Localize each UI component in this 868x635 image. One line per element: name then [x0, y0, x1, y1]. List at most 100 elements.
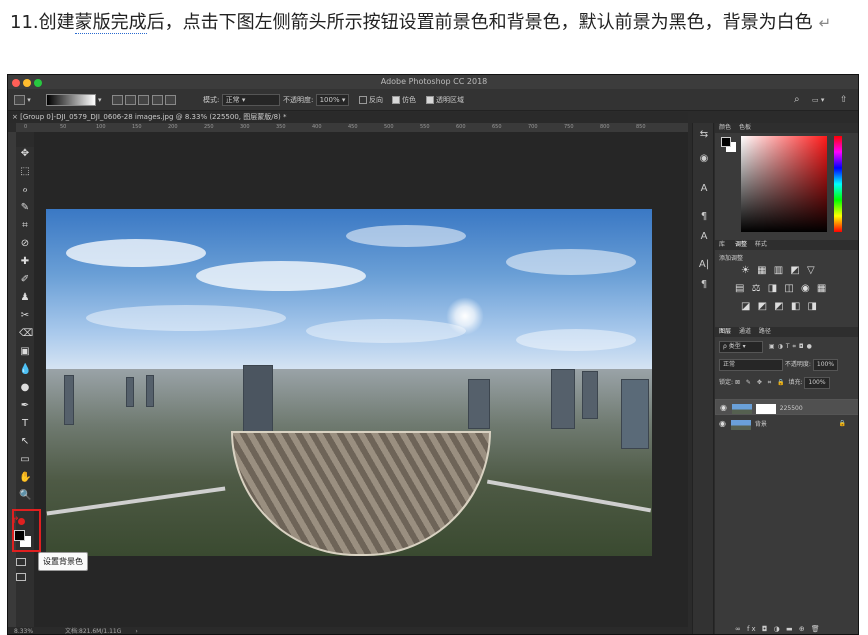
layer-row-background[interactable]: ◉ 背景 🔒 [715, 416, 858, 432]
tools-panel: ✥ ⬚ ℴ ✎ ⌗ ⊘ ✚ ✐ ♟ ✂ ⌫ ▣ 💧 ● ✒ T ↖ ▭ ✋ 🔍 [16, 147, 34, 627]
tab-layers[interactable]: 图层 [719, 328, 731, 335]
eye-icon[interactable]: ◉ [720, 400, 730, 416]
tool-7-icon[interactable]: ✐ [19, 273, 31, 286]
adjustment-icons-row1[interactable]: ☀ ▦ ▥ ◩ ▽ [741, 265, 817, 276]
fill-input[interactable]: 100% [804, 377, 830, 389]
minimize-window-button[interactable] [23, 79, 31, 87]
tab-adjust[interactable]: 调整 [735, 241, 747, 248]
stadium-structure [231, 431, 491, 556]
layer-filter-select[interactable]: ρ 类型 ▾ [719, 341, 763, 353]
workspace-icon[interactable]: ▭ ▾ [812, 94, 824, 106]
horizontal-ruler: 0 50 100 150 200 250 300 350 400 450 500 550 600 650 7… [16, 123, 688, 132]
tool-16-icon[interactable]: ↖ [19, 435, 31, 448]
tool-preset-picker[interactable]: ▾ [14, 94, 31, 106]
panel-shortcut-5-icon[interactable]: A| [697, 259, 711, 270]
tool-1-icon[interactable]: ⬚ [19, 165, 31, 178]
title-bar: Adobe Photoshop CC 2018 [8, 75, 858, 89]
foreground-color-swatch[interactable] [14, 530, 25, 541]
document-tab[interactable]: × [Group 0]-DJI_0579_DJI_0606-28 images.… [8, 112, 688, 123]
tool-14-icon[interactable]: ✒ [19, 399, 31, 412]
tool-18-icon[interactable]: ✋ [19, 471, 31, 484]
canvas-area[interactable] [34, 132, 688, 627]
status-arrow-icon[interactable]: › [135, 628, 137, 634]
ruler-tick-label: 400 [312, 124, 322, 130]
transparency-checkbox[interactable]: 透明区域 [426, 94, 464, 106]
layer-thumbnail [731, 403, 752, 414]
tool-8-icon[interactable]: ♟ [19, 291, 31, 304]
tool-0-icon[interactable]: ✥ [19, 147, 31, 160]
tab-style[interactable]: 样式 [755, 241, 767, 248]
panel-shortcut-4-icon[interactable]: A [697, 231, 711, 242]
reverse-checkbox[interactable]: 反向 [359, 94, 383, 106]
lock-icon: 🔒 [838, 420, 846, 427]
layers-footer-icons[interactable]: ∞ fx ◘ ◑ ▬ ⊕ 🗑 [735, 625, 822, 633]
layer-filter-icons[interactable]: ▣◑T⌗◘● [769, 343, 815, 350]
screen-mode-icon[interactable] [16, 573, 26, 581]
adjust-panel-tabs: 库 调整 样式 [715, 240, 858, 250]
tool-19-icon[interactable]: 🔍 [19, 489, 31, 502]
tab-library[interactable]: 库 [719, 241, 725, 248]
hue-slider[interactable] [834, 136, 842, 232]
gradient-picker[interactable] [46, 94, 96, 106]
tool-5-icon[interactable]: ⊘ [19, 237, 31, 250]
mode-select[interactable]: 正常 ▾ [221, 94, 280, 106]
zoom-window-button[interactable] [34, 79, 42, 87]
panel-foreground-swatch[interactable] [721, 137, 731, 147]
radial-gradient-icon[interactable] [125, 95, 137, 105]
layer-row-mask[interactable]: ◉ 225500 [715, 399, 858, 416]
close-window-button[interactable] [12, 79, 20, 87]
tab-swatches[interactable]: 色板 [739, 124, 751, 131]
ruler-tick-label: 700 [528, 124, 538, 130]
tool-4-icon[interactable]: ⌗ [19, 219, 31, 232]
panel-shortcut-1-icon[interactable]: ◉ [697, 153, 711, 164]
tool-10-icon[interactable]: ⌫ [19, 327, 33, 340]
tool-3-icon[interactable]: ✎ [19, 201, 31, 214]
tool-15-icon[interactable]: T [19, 417, 31, 430]
panel-shortcut-3-icon[interactable]: ¶ [697, 211, 711, 222]
tab-paths[interactable]: 路径 [759, 328, 771, 335]
panel-shortcut-6-icon[interactable]: ¶ [697, 279, 711, 290]
tool-17-icon[interactable]: ▭ [19, 453, 31, 466]
share-icon[interactable]: ⇧ [840, 94, 848, 106]
dither-label: 仿色 [402, 96, 416, 104]
dither-checkbox[interactable]: 仿色 [392, 94, 416, 106]
adjustment-icons-row3[interactable]: ◪ ◩ ◩ ◧ ◨ [741, 301, 819, 312]
right-panels: 颜色 色板 库 调整 样式 添加调整 ☀ ▦ ▥ ◩ ▽ ▤ ⚖ ◨ ◫ ◉ ▦… [715, 123, 858, 634]
ruler-tick-label: 550 [420, 124, 430, 130]
ruler-tick-label: 300 [240, 124, 250, 130]
tool-11-icon[interactable]: ▣ [19, 345, 31, 358]
add-adjustment-label: 添加调整 [719, 255, 744, 262]
diamond-gradient-icon[interactable] [164, 95, 176, 105]
tab-channels[interactable]: 通道 [739, 328, 751, 335]
layer-opacity-label: 不透明度: [784, 361, 811, 368]
tool-13-icon[interactable]: ● [19, 381, 31, 394]
tool-9-icon[interactable]: ✂ [19, 309, 31, 322]
opacity-input[interactable]: 100% ▾ [315, 94, 350, 106]
gradient-dropdown[interactable]: ▾ [98, 94, 102, 106]
gradient-type-buttons[interactable] [112, 94, 176, 106]
tool-12-icon[interactable]: 💧 [19, 363, 31, 376]
tool-2-icon[interactable]: ℴ [19, 183, 31, 196]
adjustment-icons-row2[interactable]: ▤ ⚖ ◨ ◫ ◉ ▦ [735, 283, 828, 294]
reflected-gradient-icon[interactable] [151, 95, 163, 105]
angle-gradient-icon[interactable] [138, 95, 150, 105]
layer-filter[interactable]: ρ 类型 ▾ ▣◑T⌗◘● [719, 341, 815, 353]
linear-gradient-icon[interactable] [112, 95, 123, 105]
panel-shortcut-2-icon[interactable]: A [697, 183, 711, 194]
close-tab-icon[interactable]: × [12, 113, 20, 121]
quick-mask-icon[interactable] [16, 558, 26, 566]
panel-shortcut-0-icon[interactable]: ⇆ [697, 129, 711, 140]
color-picker-field[interactable] [741, 136, 827, 232]
instruction-underlined: 蒙版完成 [74, 12, 147, 34]
tab-color[interactable]: 颜色 [719, 124, 731, 131]
blend-mode-select[interactable]: 正常 [719, 359, 783, 371]
layer-mask-thumbnail[interactable] [755, 403, 776, 414]
ruler-tick-label: 750 [564, 124, 574, 130]
ruler-tick-label: 500 [384, 124, 394, 130]
window-title: Adobe Photoshop CC 2018 [380, 77, 488, 86]
search-icon[interactable]: ⌕ [794, 94, 800, 106]
lock-icons[interactable]: ⊠ ✎ ✥ ⌗ 🔒 [735, 379, 787, 386]
tool-6-icon[interactable]: ✚ [19, 255, 31, 268]
eye-icon[interactable]: ◉ [719, 416, 729, 432]
layer-opacity-input[interactable]: 100% [812, 359, 839, 371]
